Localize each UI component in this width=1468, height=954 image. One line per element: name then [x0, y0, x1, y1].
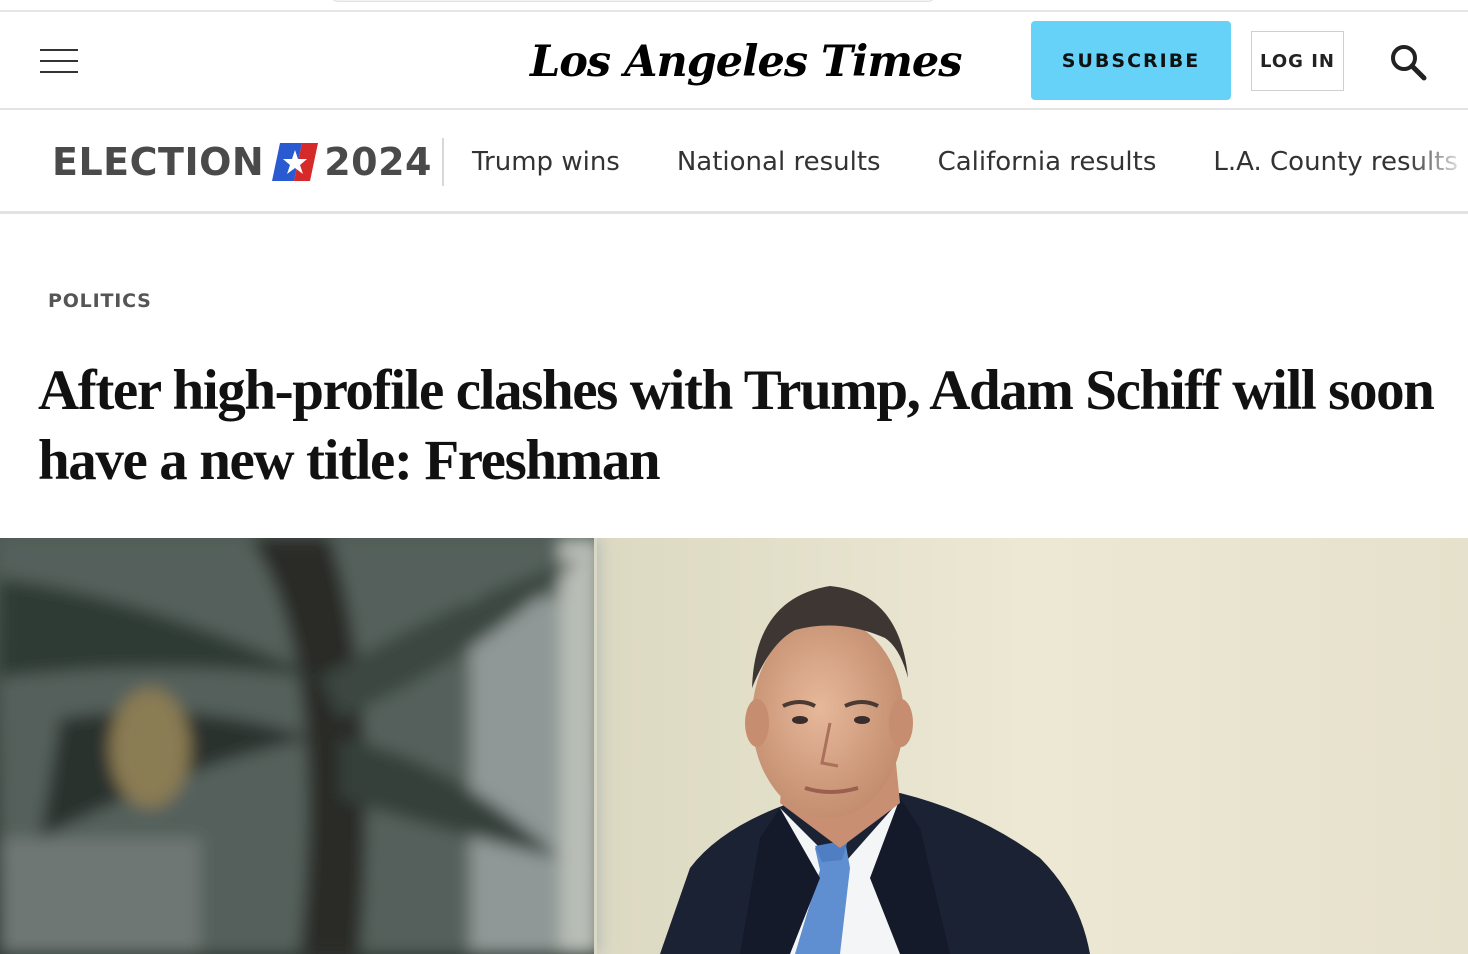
- election-logo-word: ELECTION: [52, 140, 265, 184]
- nav-link-trump-wins[interactable]: Trump wins: [472, 140, 620, 184]
- hero-photo: [0, 538, 1468, 954]
- election-logo-year: 2024: [324, 140, 432, 184]
- star-flag-icon: [272, 143, 319, 181]
- nav-link-national-results[interactable]: National results: [677, 140, 881, 184]
- search-icon[interactable]: [1386, 40, 1430, 84]
- login-button[interactable]: LOG IN: [1251, 31, 1344, 91]
- subscribe-button[interactable]: SUBSCRIBE: [1031, 21, 1231, 100]
- nav-divider: [442, 138, 444, 186]
- election-nav: ELECTION 2024 Trump wins National result…: [0, 112, 1468, 214]
- hamburger-menu-icon[interactable]: [40, 46, 78, 76]
- nav-fade-overlay: [1408, 112, 1468, 211]
- site-header: Los Angeles Times SUBSCRIBE LOG IN: [0, 12, 1468, 110]
- article-headline: After high-profile clashes with Trump, A…: [38, 359, 1435, 492]
- election-2024-logo[interactable]: ELECTION 2024: [52, 136, 432, 188]
- address-bar-edge: [330, 0, 936, 2]
- nav-link-california-results[interactable]: California results: [938, 140, 1157, 184]
- election-nav-links: Trump wins National results California r…: [472, 140, 1468, 184]
- browser-top-edge: [0, 0, 1468, 12]
- hero-photo-illustration: [0, 538, 1468, 954]
- site-logo[interactable]: Los Angeles Times: [530, 32, 962, 92]
- section-kicker[interactable]: POLITICS: [48, 290, 152, 312]
